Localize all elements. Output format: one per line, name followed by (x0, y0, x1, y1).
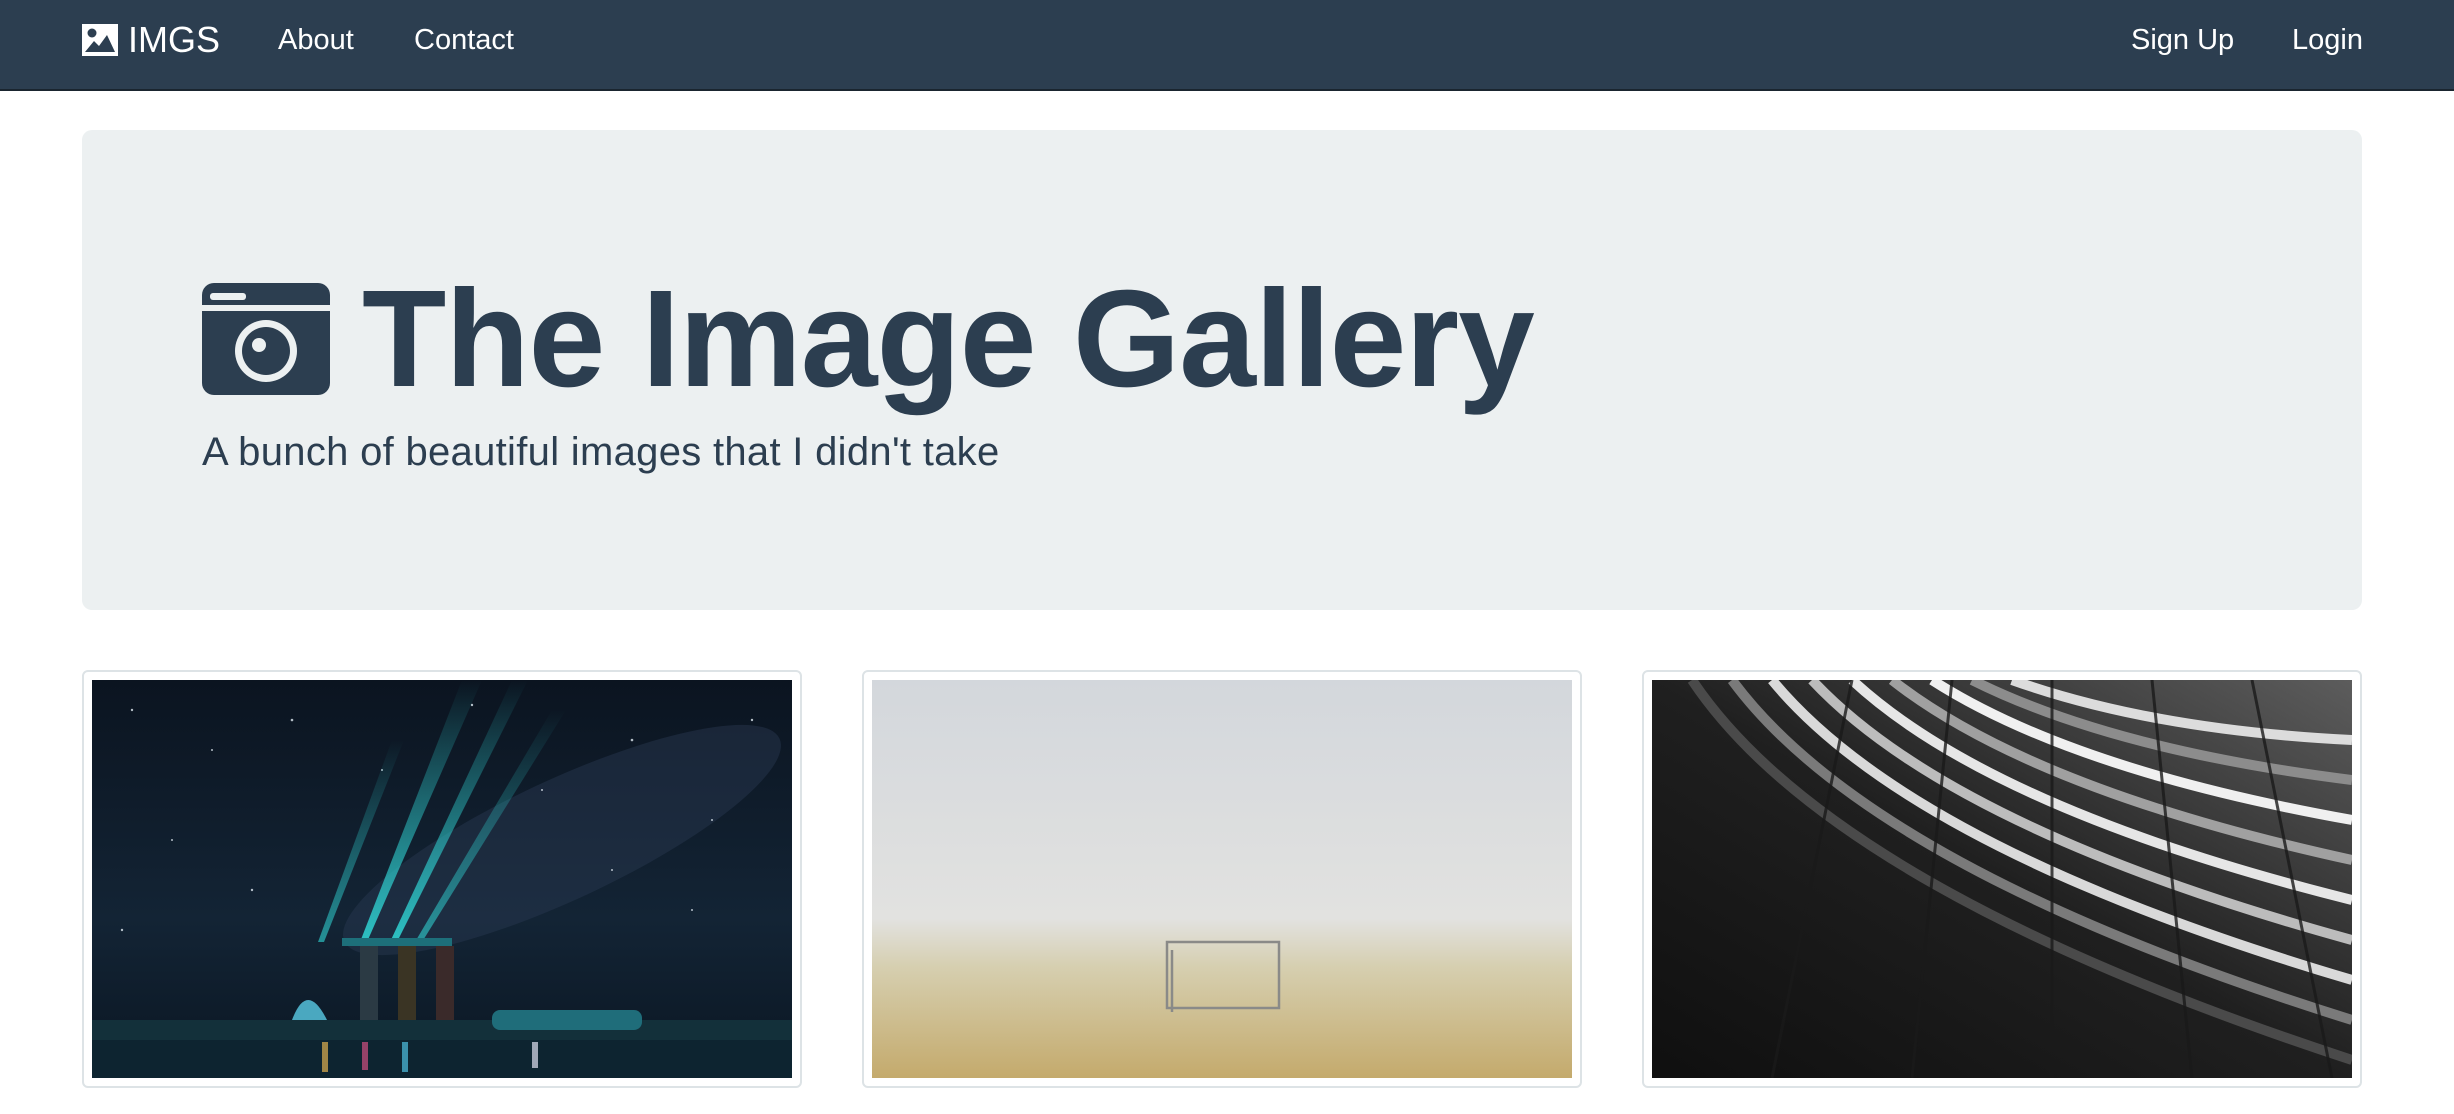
page-subtitle: A bunch of beautiful images that I didn'… (202, 430, 1000, 474)
nav-link-about[interactable]: About (278, 0, 354, 80)
navbar: IMGS About Contact Sign Up Login (0, 0, 2454, 91)
brand-name: IMGS (128, 19, 221, 60)
camera-icon (202, 283, 330, 395)
picture-icon (82, 24, 118, 56)
nav-link-contact[interactable]: Contact (414, 0, 514, 80)
page-title-row: The Image Gallery (202, 262, 1535, 416)
gallery-thumbnail[interactable] (862, 670, 1582, 1088)
page-title: The Image Gallery (362, 262, 1535, 416)
abstract-architecture-photo[interactable] (1652, 680, 2352, 1078)
brand-link[interactable]: IMGS (82, 0, 220, 80)
nav-link-login[interactable]: Login (2292, 0, 2363, 80)
jumbotron: The Image Gallery A bunch of beautiful i… (82, 130, 2362, 610)
nav-link-sign-up[interactable]: Sign Up (2131, 0, 2234, 80)
night-skyline-photo[interactable] (92, 680, 792, 1078)
gallery-thumbnail[interactable] (82, 670, 802, 1088)
gallery-thumbnail[interactable] (1642, 670, 2362, 1088)
foggy-field-goal-photo[interactable] (872, 680, 1572, 1078)
